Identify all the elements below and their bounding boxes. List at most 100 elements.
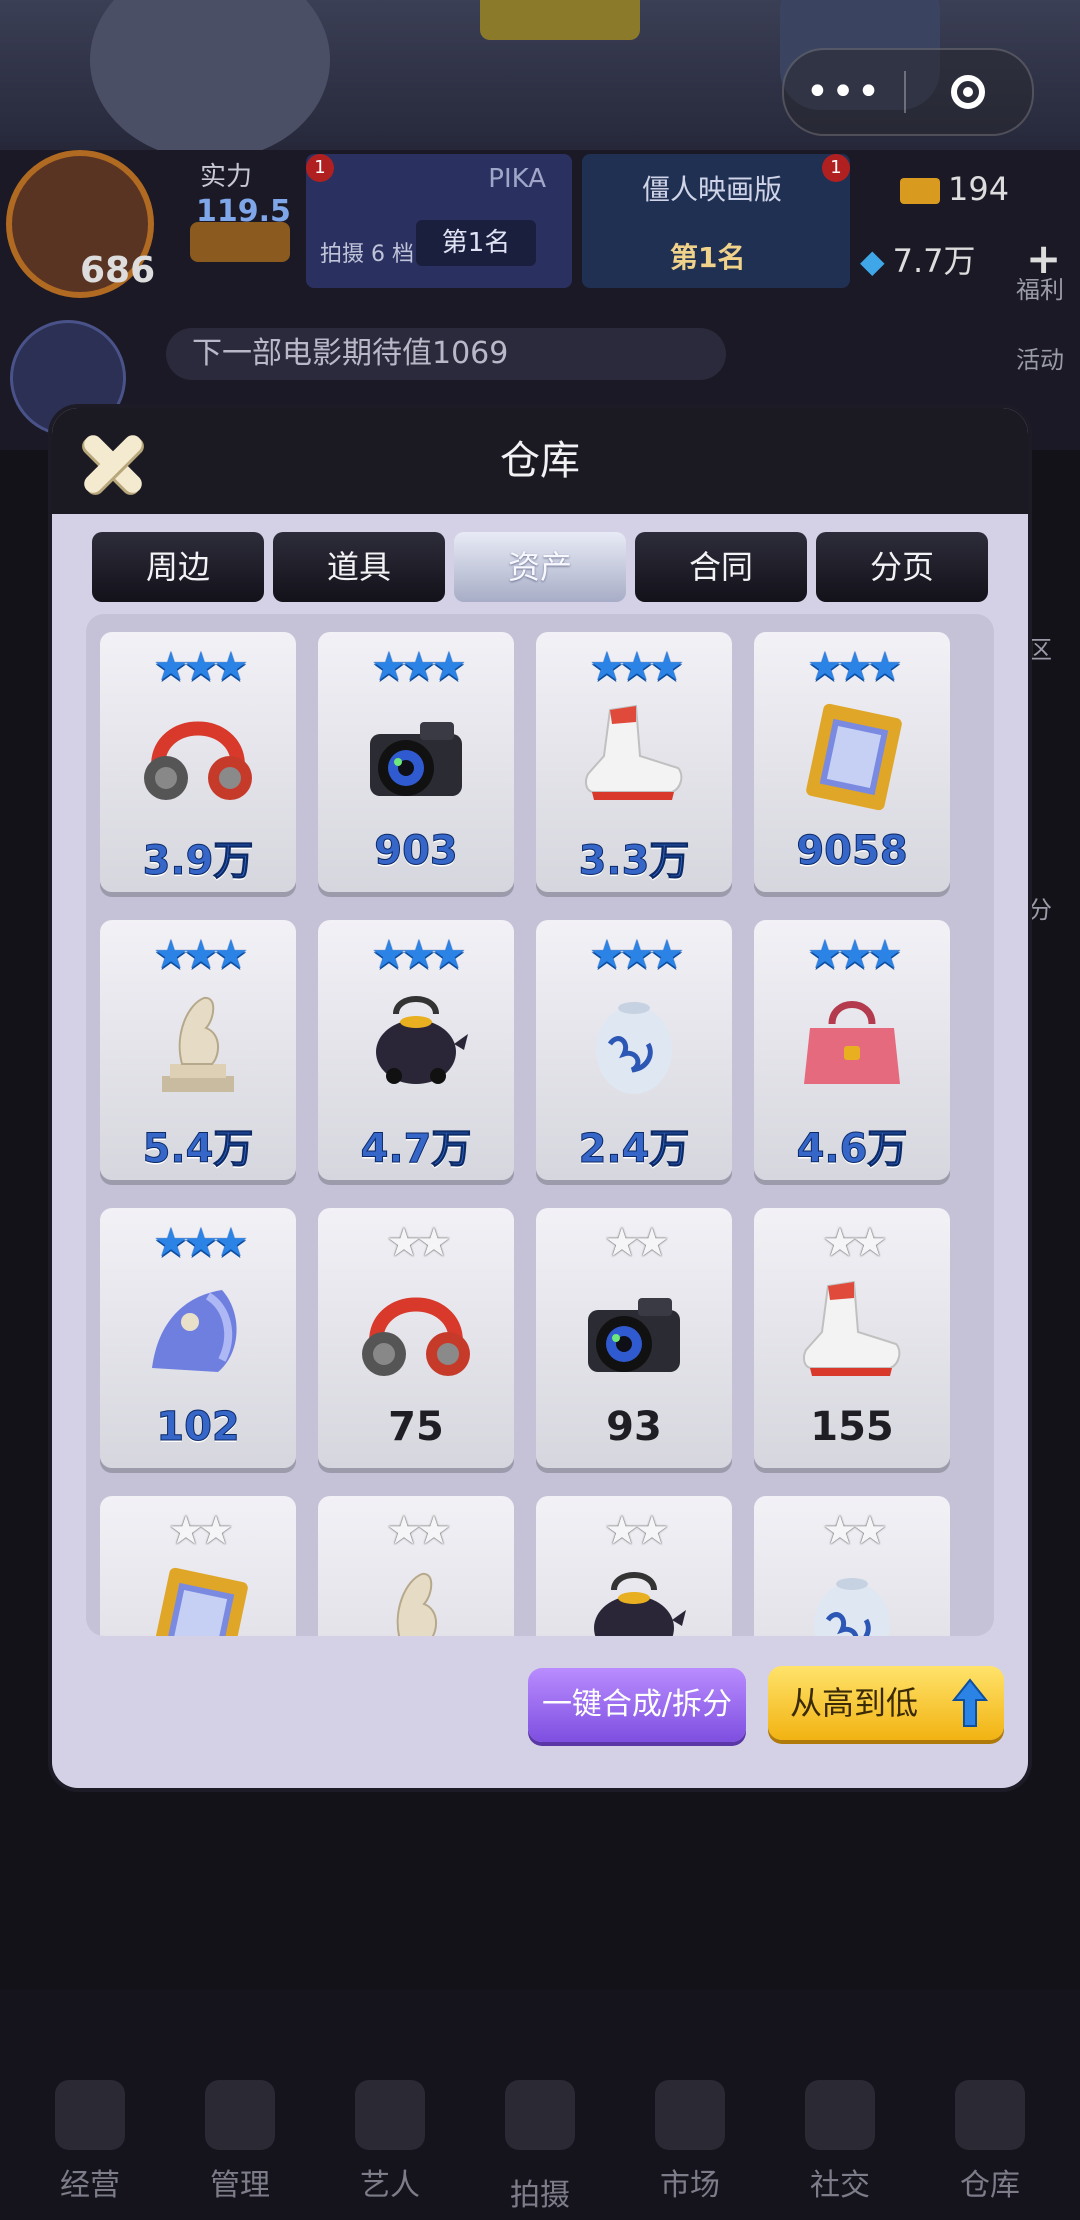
ranking-card-right[interactable]: 僵人映画版 第1名 1 — [582, 154, 850, 288]
tab-assets[interactable]: 资产 — [454, 532, 626, 602]
star-icon: ★ — [416, 1508, 452, 1554]
item-value: 155 — [810, 1404, 894, 1450]
star-rating: ★ ★ — [536, 1510, 732, 1554]
arrow-up-icon — [952, 1678, 988, 1727]
item-card[interactable]: ★ ★ 75 — [318, 1208, 514, 1468]
item-card[interactable]: ★ ★ ★ 4.7万 — [318, 920, 514, 1180]
item-card[interactable]: ★ ★ ★ 102 — [100, 1208, 296, 1468]
item-value: 5.4万 — [142, 1126, 254, 1173]
item-value: 903 — [374, 828, 459, 875]
star-icon: ★ — [807, 932, 843, 978]
item-card[interactable]: ★ ★ ★ 2.4万 — [536, 920, 732, 1180]
more-menu-icon[interactable]: ••• — [784, 50, 904, 134]
item-card[interactable]: ★ ★ ★ 903 — [318, 632, 514, 892]
star-icon: ★ — [867, 644, 903, 690]
star-icon: ★ — [604, 1220, 640, 1266]
item-value: 4.6万 — [796, 1126, 908, 1173]
tab-contracts[interactable]: 合同 — [635, 532, 807, 602]
star-icon: ★ — [867, 932, 903, 978]
coin-counter: 194 — [900, 170, 1009, 208]
star-icon: ★ — [822, 1508, 858, 1554]
nav-business[interactable]: 经营 — [30, 2160, 150, 2204]
sort-button-label: 从高到低 — [790, 1684, 919, 1722]
close-miniprogram-icon[interactable] — [906, 75, 1030, 109]
sneaker-icon — [574, 696, 694, 816]
side-menu-event[interactable]: 活动 — [1000, 340, 1080, 375]
item-value: 3.3万 — [578, 838, 690, 885]
item-card[interactable]: ★ ★ 93 — [536, 1208, 732, 1468]
porcelain-vase-icon — [792, 1560, 912, 1636]
star-rating: ★ ★ ★ — [754, 646, 950, 690]
star-rating: ★ ★ — [754, 1510, 950, 1554]
side-menu-welfare[interactable]: 福利 — [1000, 270, 1080, 305]
dialog-header: 仓库 — [52, 408, 1028, 514]
star-icon: ★ — [198, 1508, 234, 1554]
star-icon: ★ — [416, 1220, 452, 1266]
ranking-place: 第1名 — [416, 220, 536, 266]
star-icon: ★ — [401, 644, 437, 690]
item-card[interactable]: ★ ★ — [536, 1496, 732, 1636]
item-card[interactable]: ★ ★ ★ 3.9万 — [100, 632, 296, 892]
nav-warehouse[interactable]: 仓库 — [930, 2160, 1050, 2204]
dialog-title: 仓库 — [500, 438, 580, 484]
star-icon: ★ — [386, 1220, 422, 1266]
star-icon: ★ — [153, 932, 189, 978]
star-icon: ★ — [649, 932, 685, 978]
picture-frame-icon — [792, 696, 912, 816]
movie-anticipation-bar: 下一部电影期待值1069 — [166, 328, 726, 380]
star-icon: ★ — [852, 1220, 888, 1266]
star-rating: ★ ★ ★ — [100, 934, 296, 978]
nav-shoot[interactable]: 拍摄 — [480, 2170, 600, 2214]
item-card[interactable]: ★ ★ ★ 9058 — [754, 632, 950, 892]
item-grid[interactable]: ★ ★ ★ 3.9万 ★ ★ ★ 903 ★ ★ ★ 3.3万 ★ ★ ★ 9058 ★ ★ ★ 5.4万 ★ ★ ★ 4.7… — [86, 614, 994, 1636]
star-icon: ★ — [371, 932, 407, 978]
picture-frame-icon — [138, 1560, 258, 1636]
warehouse-dialog: 仓库 周边 道具 资产 合同 分页 ★ ★ ★ 3.9万 ★ ★ ★ 903 ★ ★ ★ 3.3万 ★ ★… — [52, 408, 1028, 1788]
item-value: 75 — [388, 1404, 444, 1450]
star-icon: ★ — [619, 644, 655, 690]
item-value: 2.4万 — [578, 1126, 690, 1173]
tab-props[interactable]: 道具 — [273, 532, 445, 602]
star-rating: ★ ★ ★ — [100, 1222, 296, 1266]
stone-sculpture-icon — [138, 984, 258, 1104]
teapot-icon — [574, 1560, 694, 1636]
ranking-name: 僵人映画版 — [642, 173, 783, 206]
sort-button[interactable]: 从高到低 — [768, 1666, 1004, 1740]
star-icon: ★ — [386, 1508, 422, 1554]
nav-social[interactable]: 社交 — [780, 2160, 900, 2204]
item-card[interactable]: ★ ★ — [318, 1496, 514, 1636]
item-card[interactable]: ★ ★ ★ 3.3万 — [536, 632, 732, 892]
tab-merch[interactable]: 周边 — [92, 532, 264, 602]
close-icon[interactable] — [78, 428, 148, 498]
star-icon: ★ — [153, 644, 189, 690]
ranking-name: PIKA — [488, 164, 546, 194]
star-rating: ★ ★ — [318, 1222, 514, 1266]
warehouse-icon — [955, 2080, 1025, 2150]
market-icon — [655, 2080, 725, 2150]
nav-artist[interactable]: 艺人 — [330, 2160, 450, 2204]
star-icon: ★ — [183, 932, 219, 978]
nav-market[interactable]: 市场 — [630, 2160, 750, 2204]
star-icon: ★ — [852, 1508, 888, 1554]
power-label: 实力 — [200, 162, 253, 192]
banner-decoration — [90, 0, 330, 160]
camera-icon — [574, 1272, 694, 1392]
star-rating: ★ ★ ★ — [100, 646, 296, 690]
crown-icon — [190, 222, 290, 262]
ranking-card-left[interactable]: PIKA 拍摄 6 档 第1名 1 — [306, 154, 572, 288]
item-card[interactable]: ★ ★ — [754, 1496, 950, 1636]
tab-pages[interactable]: 分页 — [816, 532, 988, 602]
nav-manage[interactable]: 管理 — [180, 2160, 300, 2204]
merge-split-button[interactable]: 一键合成/拆分 — [528, 1668, 746, 1742]
item-card[interactable]: ★ ★ 155 — [754, 1208, 950, 1468]
item-value: 4.7万 — [360, 1126, 472, 1173]
item-value: 3.9万 — [142, 838, 254, 885]
item-card[interactable]: ★ ★ ★ 5.4万 — [100, 920, 296, 1180]
star-icon: ★ — [589, 644, 625, 690]
gem-counter: 7.7万 — [860, 236, 976, 282]
business-icon — [55, 2080, 125, 2150]
item-value: 102 — [156, 1404, 241, 1451]
item-card[interactable]: ★ ★ — [100, 1496, 296, 1636]
star-icon: ★ — [168, 1508, 204, 1554]
item-card[interactable]: ★ ★ ★ 4.6万 — [754, 920, 950, 1180]
